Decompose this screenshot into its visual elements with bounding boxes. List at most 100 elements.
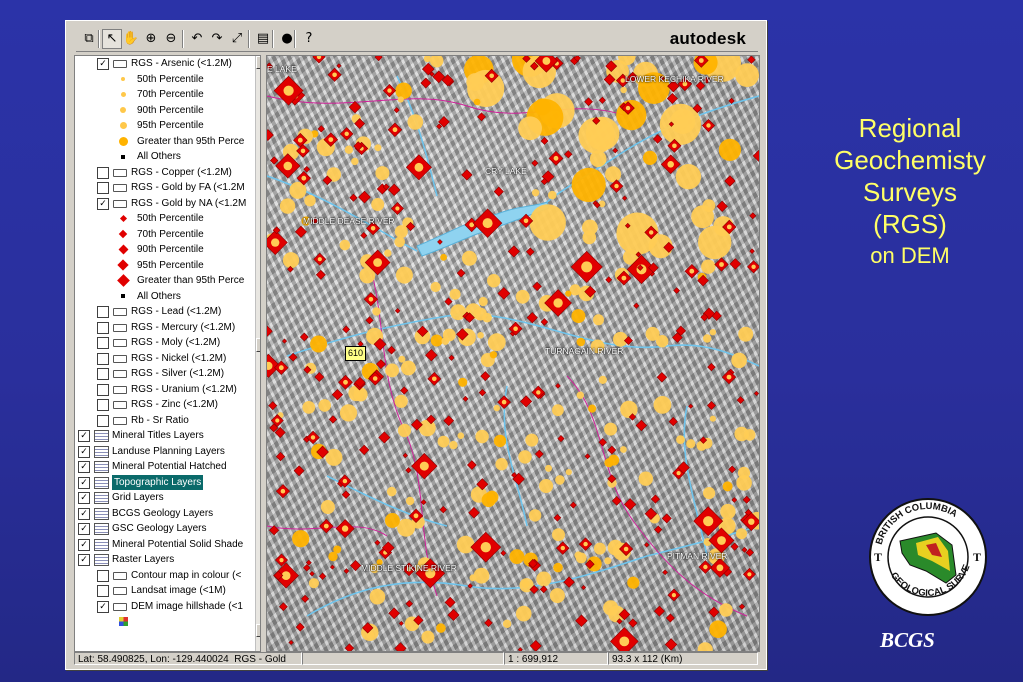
layer-visibility-checkbox[interactable] [97,321,109,334]
legend-row[interactable]: Contour map in colour (< [75,568,260,584]
layer-label[interactable]: RGS - Nickel (<1.2M) [131,351,226,367]
layer-label[interactable]: Raster Layers [112,552,174,568]
layer-label[interactable]: RGS - Uranium (<1.2M) [131,382,237,398]
layers-icon[interactable]: ⧉ [80,30,98,48]
layer-label[interactable]: RGS - Lead (<1.2M) [131,304,221,320]
legend-row[interactable]: RGS - Moly (<1.2M) [75,335,260,351]
layer-label[interactable]: Grid Layers [112,490,164,506]
layer-visibility-checkbox[interactable]: ✓ [78,538,90,551]
legend-row[interactable]: RGS - Uranium (<1.2M) [75,382,260,398]
legend-row[interactable]: ✓ RGS - Arsenic (<1.2M) [75,56,260,72]
gold-sample-point [343,568,350,574]
layer-visibility-checkbox[interactable]: ✓ [78,507,90,520]
layer-label[interactable]: Mineral Potential Solid Shade [112,537,243,553]
layer-visibility-checkbox[interactable] [97,414,109,427]
legend-row[interactable]: Landsat image (<1M) [75,583,260,599]
legend-row[interactable]: ✓ Mineral Potential Hatched [75,459,260,475]
gold-sample-point [444,297,453,306]
layer-visibility-checkbox[interactable]: ✓ [78,523,90,535]
layer-visibility-checkbox[interactable] [97,306,109,318]
zoom-extents-icon[interactable]: ⤢ [228,30,246,48]
legend-row[interactable]: ✓ DEM image hillshade (<1 [75,599,260,615]
layer-label[interactable]: Contour map in colour (< [131,568,241,584]
print-icon[interactable]: ▤ [254,30,272,48]
layer-label[interactable]: DEM image hillshade (<1 [131,599,243,615]
arsenic-sample-point [621,275,627,281]
layer-label[interactable]: RGS - Gold by NA (<1.2M [131,196,246,212]
zoom-in-icon[interactable]: ⊕ [142,30,160,48]
layer-label[interactable]: RGS - Zinc (<1.2M) [131,397,218,413]
legend-row[interactable]: RGS - Gold by FA (<1.2M [75,180,260,196]
arsenic-sample-point [553,155,559,161]
legend-row[interactable]: Rb - Sr Ratio [75,413,260,429]
layer-visibility-checkbox[interactable] [97,352,109,365]
gold-sample-point [612,147,619,154]
legend-row[interactable]: ✓ Landuse Planning Layers [75,444,260,460]
layer-visibility-checkbox[interactable] [97,368,109,380]
layer-visibility-checkbox[interactable]: ✓ [78,461,90,473]
layer-label[interactable]: RGS - Copper (<1.2M) [131,165,232,181]
legend-row: 95th Percentile [75,118,260,134]
select-arrow-icon[interactable]: ↖ [102,29,122,49]
legend-row[interactable]: RGS - Mercury (<1.2M) [75,320,260,336]
layer-label[interactable]: RGS - Gold by FA (<1.2M [131,180,245,196]
circle-symbol-icon [120,92,126,97]
zoom-next-icon[interactable]: ↷ [208,30,226,48]
arsenic-sample-point [310,435,316,440]
legend-row[interactable]: ✓ Mineral Potential Solid Shade [75,537,260,553]
legend-row[interactable]: RGS - Zinc (<1.2M) [75,397,260,413]
layer-label[interactable]: RGS - Moly (<1.2M) [131,335,220,351]
zoom-previous-icon[interactable]: ↶ [188,30,206,48]
scroll-down-icon[interactable]: ▼ [256,624,260,637]
layer-visibility-checkbox[interactable] [97,166,109,179]
legend-row[interactable]: RGS - Copper (<1.2M) [75,165,260,181]
layer-label[interactable]: Topographic Layers [112,474,204,490]
layer-label[interactable]: RGS - Silver (<1.2M) [131,366,224,382]
layer-visibility-checkbox[interactable] [97,383,109,396]
layer-visibility-checkbox[interactable]: ✓ [78,554,90,566]
map-view[interactable]: 610 E LAKE LOWER KECHIKA RIVER CRY LAKE MID… [266,55,760,652]
legend-row[interactable]: ✓ BCGS Geology Layers [75,506,260,522]
legend-row[interactable]: ✓ Topographic Layers [75,474,260,490]
layer-visibility-checkbox[interactable] [97,182,109,194]
layer-label[interactable]: Rb - Sr Ratio [131,413,189,429]
layer-label[interactable]: RGS - Arsenic (<1.2M) [131,56,232,72]
layer-label[interactable]: Landsat image (<1M) [131,583,226,599]
legend-row[interactable]: ✓ Mineral Titles Layers [75,428,260,444]
arsenic-sample-point [619,636,630,647]
layer-visibility-checkbox[interactable]: ✓ [78,476,90,489]
pan-hand-icon[interactable]: ✋ [122,30,140,48]
layer-visibility-checkbox[interactable] [97,399,109,411]
layer-label[interactable]: Mineral Titles Layers [112,428,204,444]
layer-label[interactable]: Landuse Planning Layers [112,444,225,460]
layer-visibility-checkbox[interactable] [97,569,109,582]
layer-visibility-checkbox[interactable] [97,337,109,349]
zoom-out-icon[interactable]: ⊖ [162,30,180,48]
legend-row[interactable]: ✓ RGS - Gold by NA (<1.2M [75,196,260,212]
scroll-up-icon[interactable]: ▲ [256,56,260,69]
layer-label[interactable]: GSC Geology Layers [112,521,207,537]
layer-visibility-checkbox[interactable]: ✓ [97,197,109,210]
legend-row[interactable]: ✓ Raster Layers [75,552,260,568]
layer-visibility-checkbox[interactable]: ✓ [78,492,90,504]
layer-visibility-checkbox[interactable]: ✓ [78,430,90,442]
layer-label[interactable]: RGS - Mercury (<1.2M) [131,320,235,336]
layer-visibility-checkbox[interactable]: ✓ [97,600,109,613]
legend-row[interactable]: RGS - Lead (<1.2M) [75,304,260,320]
legend-row[interactable]: RGS - Silver (<1.2M) [75,366,260,382]
legend-row[interactable]: ✓ GSC Geology Layers [75,521,260,537]
scroll-thumb[interactable] [256,338,260,352]
legend-row[interactable]: ✓ Grid Layers [75,490,260,506]
layer-label[interactable]: BCGS Geology Layers [112,506,213,522]
layer-visibility-checkbox[interactable] [97,585,109,597]
legend-vertical-scrollbar[interactable]: ▲ ▼ [255,56,260,651]
help-icon[interactable]: ? [300,30,318,48]
gold-sample-point [532,281,542,292]
layer-visibility-checkbox[interactable]: ✓ [97,58,109,70]
gold-sample-point [387,183,401,197]
gold-sample-point [731,497,738,503]
legend-row[interactable]: RGS - Nickel (<1.2M) [75,351,260,367]
layer-visibility-checkbox[interactable]: ✓ [78,445,90,458]
arsenic-sample-point [751,264,756,269]
layer-label[interactable]: Mineral Potential Hatched [112,459,227,475]
